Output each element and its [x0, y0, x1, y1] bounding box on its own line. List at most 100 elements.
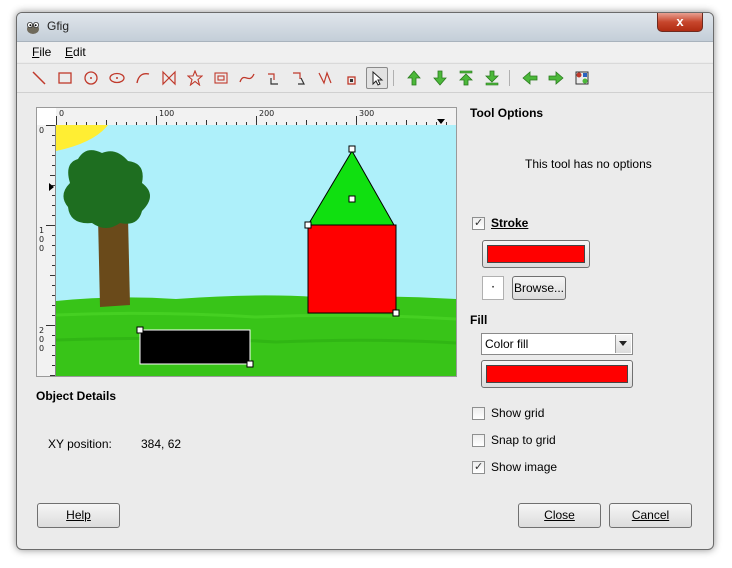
- move-object-icon: [268, 73, 278, 85]
- raise-to-top-icon: [459, 70, 473, 86]
- canvas-image: [56, 125, 456, 376]
- tool-options-title: Tool Options: [470, 106, 544, 120]
- stroke-label: Stroke: [491, 216, 529, 230]
- lower-object-button[interactable]: [430, 68, 450, 88]
- preview-area: 0 100 200 300 0 1 0 0 2 0 0: [36, 107, 457, 377]
- gimp-app-icon: [25, 19, 41, 35]
- ruler-label: 1 0 0: [39, 226, 45, 253]
- brush-preview: ·: [482, 276, 504, 300]
- line-tool-icon: [32, 71, 46, 85]
- polygon-tool-icon: [162, 70, 176, 86]
- arc-tool-button[interactable]: [133, 68, 153, 88]
- horizontal-ruler: 0 100 200 300: [56, 108, 456, 126]
- checkmark-icon: ✓: [474, 216, 484, 229]
- control-point-handle[interactable]: [304, 221, 312, 229]
- tool-options-message: This tool has no options: [525, 157, 652, 171]
- rectangle-tool-button[interactable]: [55, 68, 75, 88]
- select-pointer-icon: [372, 70, 384, 86]
- dropdown-arrow: [615, 335, 631, 353]
- ruler-label: 2 0 0: [39, 326, 45, 353]
- fill-color-button[interactable]: [481, 360, 633, 388]
- control-point-handle[interactable]: [348, 145, 356, 153]
- tree-trunk-shape: [98, 217, 130, 307]
- show-all-objects-icon: [575, 71, 589, 85]
- stroke-checkbox[interactable]: ✓: [472, 216, 485, 230]
- cancel-button[interactable]: Cancel: [609, 503, 692, 528]
- spiral-tool-icon: [214, 72, 228, 84]
- menu-edit-mnemonic: E: [65, 45, 74, 59]
- lower-to-bottom-icon: [485, 70, 499, 86]
- house-rectangle[interactable]: [307, 224, 397, 314]
- xy-position-value: 384, 62: [141, 437, 182, 451]
- raise-object-icon: [407, 70, 421, 86]
- window-title: Gfig: [47, 19, 70, 33]
- copy-object-icon: [318, 71, 332, 85]
- show-all-objects-button[interactable]: [572, 68, 592, 88]
- bezier-tool-icon: [239, 73, 255, 83]
- rectangle-tool-icon: [58, 72, 72, 84]
- fill-type-dropdown[interactable]: Color fill: [481, 333, 633, 355]
- menu-edit-rest: dit: [73, 45, 86, 59]
- control-point-handle[interactable]: [136, 326, 144, 334]
- fill-color-swatch: [486, 365, 628, 383]
- object-details-title: Object Details: [36, 389, 117, 403]
- show-image-checkbox[interactable]: ✓: [472, 460, 485, 474]
- snap-to-grid-checkbox[interactable]: [472, 434, 485, 447]
- show-grid-label: Show grid: [491, 406, 545, 420]
- arc-tool-icon: [136, 73, 150, 84]
- polygon-tool-button[interactable]: [159, 68, 179, 88]
- menu-file[interactable]: File: [32, 45, 51, 59]
- raise-to-top-button[interactable]: [456, 68, 476, 88]
- snap-to-grid-label: Snap to grid: [491, 433, 556, 447]
- toolbar-separator: [393, 70, 394, 86]
- close-button[interactable]: Close: [518, 503, 601, 528]
- chevron-down-icon: [619, 341, 627, 346]
- circle-tool-button[interactable]: [81, 68, 101, 88]
- spiral-tool-button[interactable]: [211, 68, 231, 88]
- ruler-label: 100: [159, 109, 175, 118]
- drawing-canvas[interactable]: [56, 125, 456, 376]
- vertical-ruler: 0 1 0 0 2 0 0: [37, 125, 56, 376]
- ruler-label: 0: [59, 109, 65, 118]
- control-point-handle[interactable]: [392, 309, 400, 317]
- ruler-label: 0: [39, 126, 45, 135]
- lower-object-icon: [433, 70, 447, 86]
- control-point-handle[interactable]: [348, 195, 356, 203]
- select-pointer-button[interactable]: [366, 67, 388, 89]
- ruler-position-marker: [437, 119, 445, 124]
- move-point-button[interactable]: [289, 68, 309, 88]
- menu-bar: File Edit: [17, 42, 713, 62]
- line-tool-button[interactable]: [29, 68, 49, 88]
- bezier-tool-button[interactable]: [237, 68, 257, 88]
- move-point-icon: [293, 72, 305, 85]
- raise-object-button[interactable]: [404, 68, 424, 88]
- ruler-label: 200: [259, 109, 275, 118]
- title-bar[interactable]: Gfig x: [17, 13, 713, 42]
- ruler-position-marker: [49, 183, 54, 191]
- browse-button[interactable]: Browse...: [512, 276, 566, 300]
- previous-object-button[interactable]: [520, 68, 540, 88]
- horizontal-ruler-ticks: [56, 116, 447, 125]
- checkmark-icon: ✓: [474, 460, 484, 473]
- menu-file-rest: ile: [39, 45, 52, 59]
- lower-to-bottom-button[interactable]: [482, 68, 502, 88]
- star-tool-button[interactable]: [185, 68, 205, 88]
- help-button[interactable]: Help: [37, 503, 120, 528]
- ruler-label: 300: [359, 109, 375, 118]
- circle-tool-icon: [84, 71, 98, 85]
- black-rectangle[interactable]: [139, 329, 251, 365]
- toolbar: [17, 63, 713, 93]
- toolbar-separator: [509, 70, 510, 86]
- xy-position-label: XY position:: [48, 437, 112, 451]
- next-object-button[interactable]: [546, 68, 566, 88]
- window-close-button[interactable]: x: [657, 13, 703, 32]
- delete-object-button[interactable]: [341, 68, 361, 88]
- ellipse-tool-button[interactable]: [107, 68, 127, 88]
- menu-edit[interactable]: Edit: [65, 45, 86, 59]
- move-object-button[interactable]: [263, 68, 283, 88]
- control-point-handle[interactable]: [246, 360, 254, 368]
- stroke-color-button[interactable]: [482, 240, 590, 268]
- show-grid-checkbox[interactable]: [472, 407, 485, 420]
- star-tool-icon: [187, 70, 203, 86]
- copy-object-button[interactable]: [315, 68, 335, 88]
